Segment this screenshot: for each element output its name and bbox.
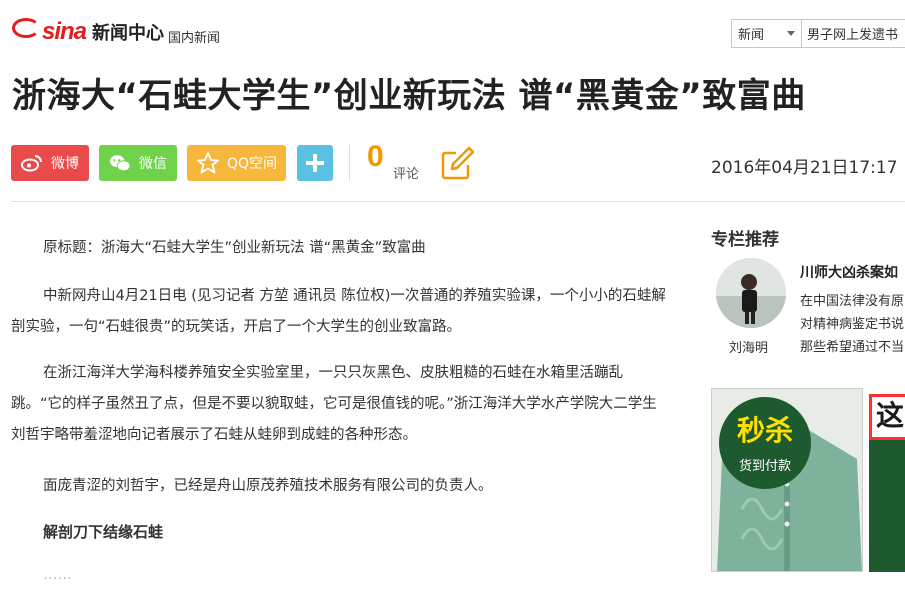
paragraph: 原标题：浙海大“石蛙大学生”创业新玩法 谱“黑黄金”致富曲 xyxy=(43,240,426,256)
dropdown-caret-icon xyxy=(787,31,795,36)
column-text-line: 对精神病鉴定书说 xyxy=(800,317,905,332)
edit-pencil-icon[interactable] xyxy=(440,145,476,181)
comment-count[interactable]: 0 xyxy=(367,140,384,174)
ad-badge-subtitle: 货到付款 xyxy=(738,459,791,474)
paragraph-cutoff: …… xyxy=(43,567,72,583)
ad-product-image[interactable]: 秒杀 货到付款 xyxy=(711,388,863,572)
sina-logo[interactable]: sina 新闻中心 xyxy=(12,18,164,46)
ad-badge-title: 秒杀 xyxy=(736,414,793,447)
share-divider xyxy=(349,145,350,181)
share-qzone-button[interactable]: QQ空间 xyxy=(187,145,286,181)
qzone-star-icon xyxy=(197,152,219,174)
share-wechat-button[interactable]: 微信 xyxy=(99,145,177,181)
column-text-line: 在中国法律没有原 xyxy=(800,294,905,309)
author-name[interactable]: 刘海明 xyxy=(729,337,768,356)
ad-badge: 秒杀 货到付款 xyxy=(719,397,811,489)
paragraph: 在浙江海洋大学海科楼养殖安全实验室里，一只只灰黑色、皮肤粗糙的石蛙在水箱里活蹦乱… xyxy=(11,365,657,443)
search-category-value: 新闻 xyxy=(738,28,765,43)
wechat-icon xyxy=(109,152,131,174)
search-input[interactable] xyxy=(802,21,905,46)
share-more-button[interactable] xyxy=(297,145,333,181)
share-wechat-label: 微信 xyxy=(139,156,167,172)
sina-eye-icon xyxy=(12,18,40,38)
comment-label[interactable]: 评论 xyxy=(393,163,419,182)
paragraph: 中新网舟山4月21日电 (见习记者 方堃 通讯员 陈位权)一次普通的养殖实验课，… xyxy=(11,288,666,335)
column-text-line: 那些希望通过不当 xyxy=(800,340,905,355)
column-headline[interactable]: 川师大凶杀案如 xyxy=(800,262,898,282)
plus-icon xyxy=(306,154,324,172)
subheading: 解剖刀下结缘石蛙 xyxy=(43,523,164,541)
search-box: 新闻 xyxy=(731,19,905,48)
publish-time: 2016年04月21日17:17 xyxy=(711,158,898,178)
share-weibo-button[interactable]: 微博 xyxy=(11,145,89,181)
share-qzone-label: QQ空间 xyxy=(227,156,278,172)
logo-text: sina xyxy=(42,18,87,45)
paragraph: 面庞青涩的刘哲宇，已经是舟山原茂养殖技术服务有限公司的负责人。 xyxy=(43,478,493,494)
logo-subtitle: 新闻中心 xyxy=(92,23,165,44)
advertisement[interactable]: 秒杀 货到付款 这 xyxy=(711,388,905,572)
search-category-select[interactable]: 新闻 xyxy=(732,20,802,47)
section-link[interactable]: 国内新闻 xyxy=(168,27,220,46)
divider xyxy=(11,201,905,202)
avatar[interactable] xyxy=(716,258,786,328)
column-recommend-title: 专栏推荐 xyxy=(711,230,779,250)
ad-second-label: 这 xyxy=(876,399,905,432)
article-title: 浙海大“石蛙大学生”创业新玩法 谱“黑黄金”致富曲 xyxy=(12,76,806,116)
weibo-icon xyxy=(21,152,43,174)
share-weibo-label: 微博 xyxy=(51,156,79,172)
